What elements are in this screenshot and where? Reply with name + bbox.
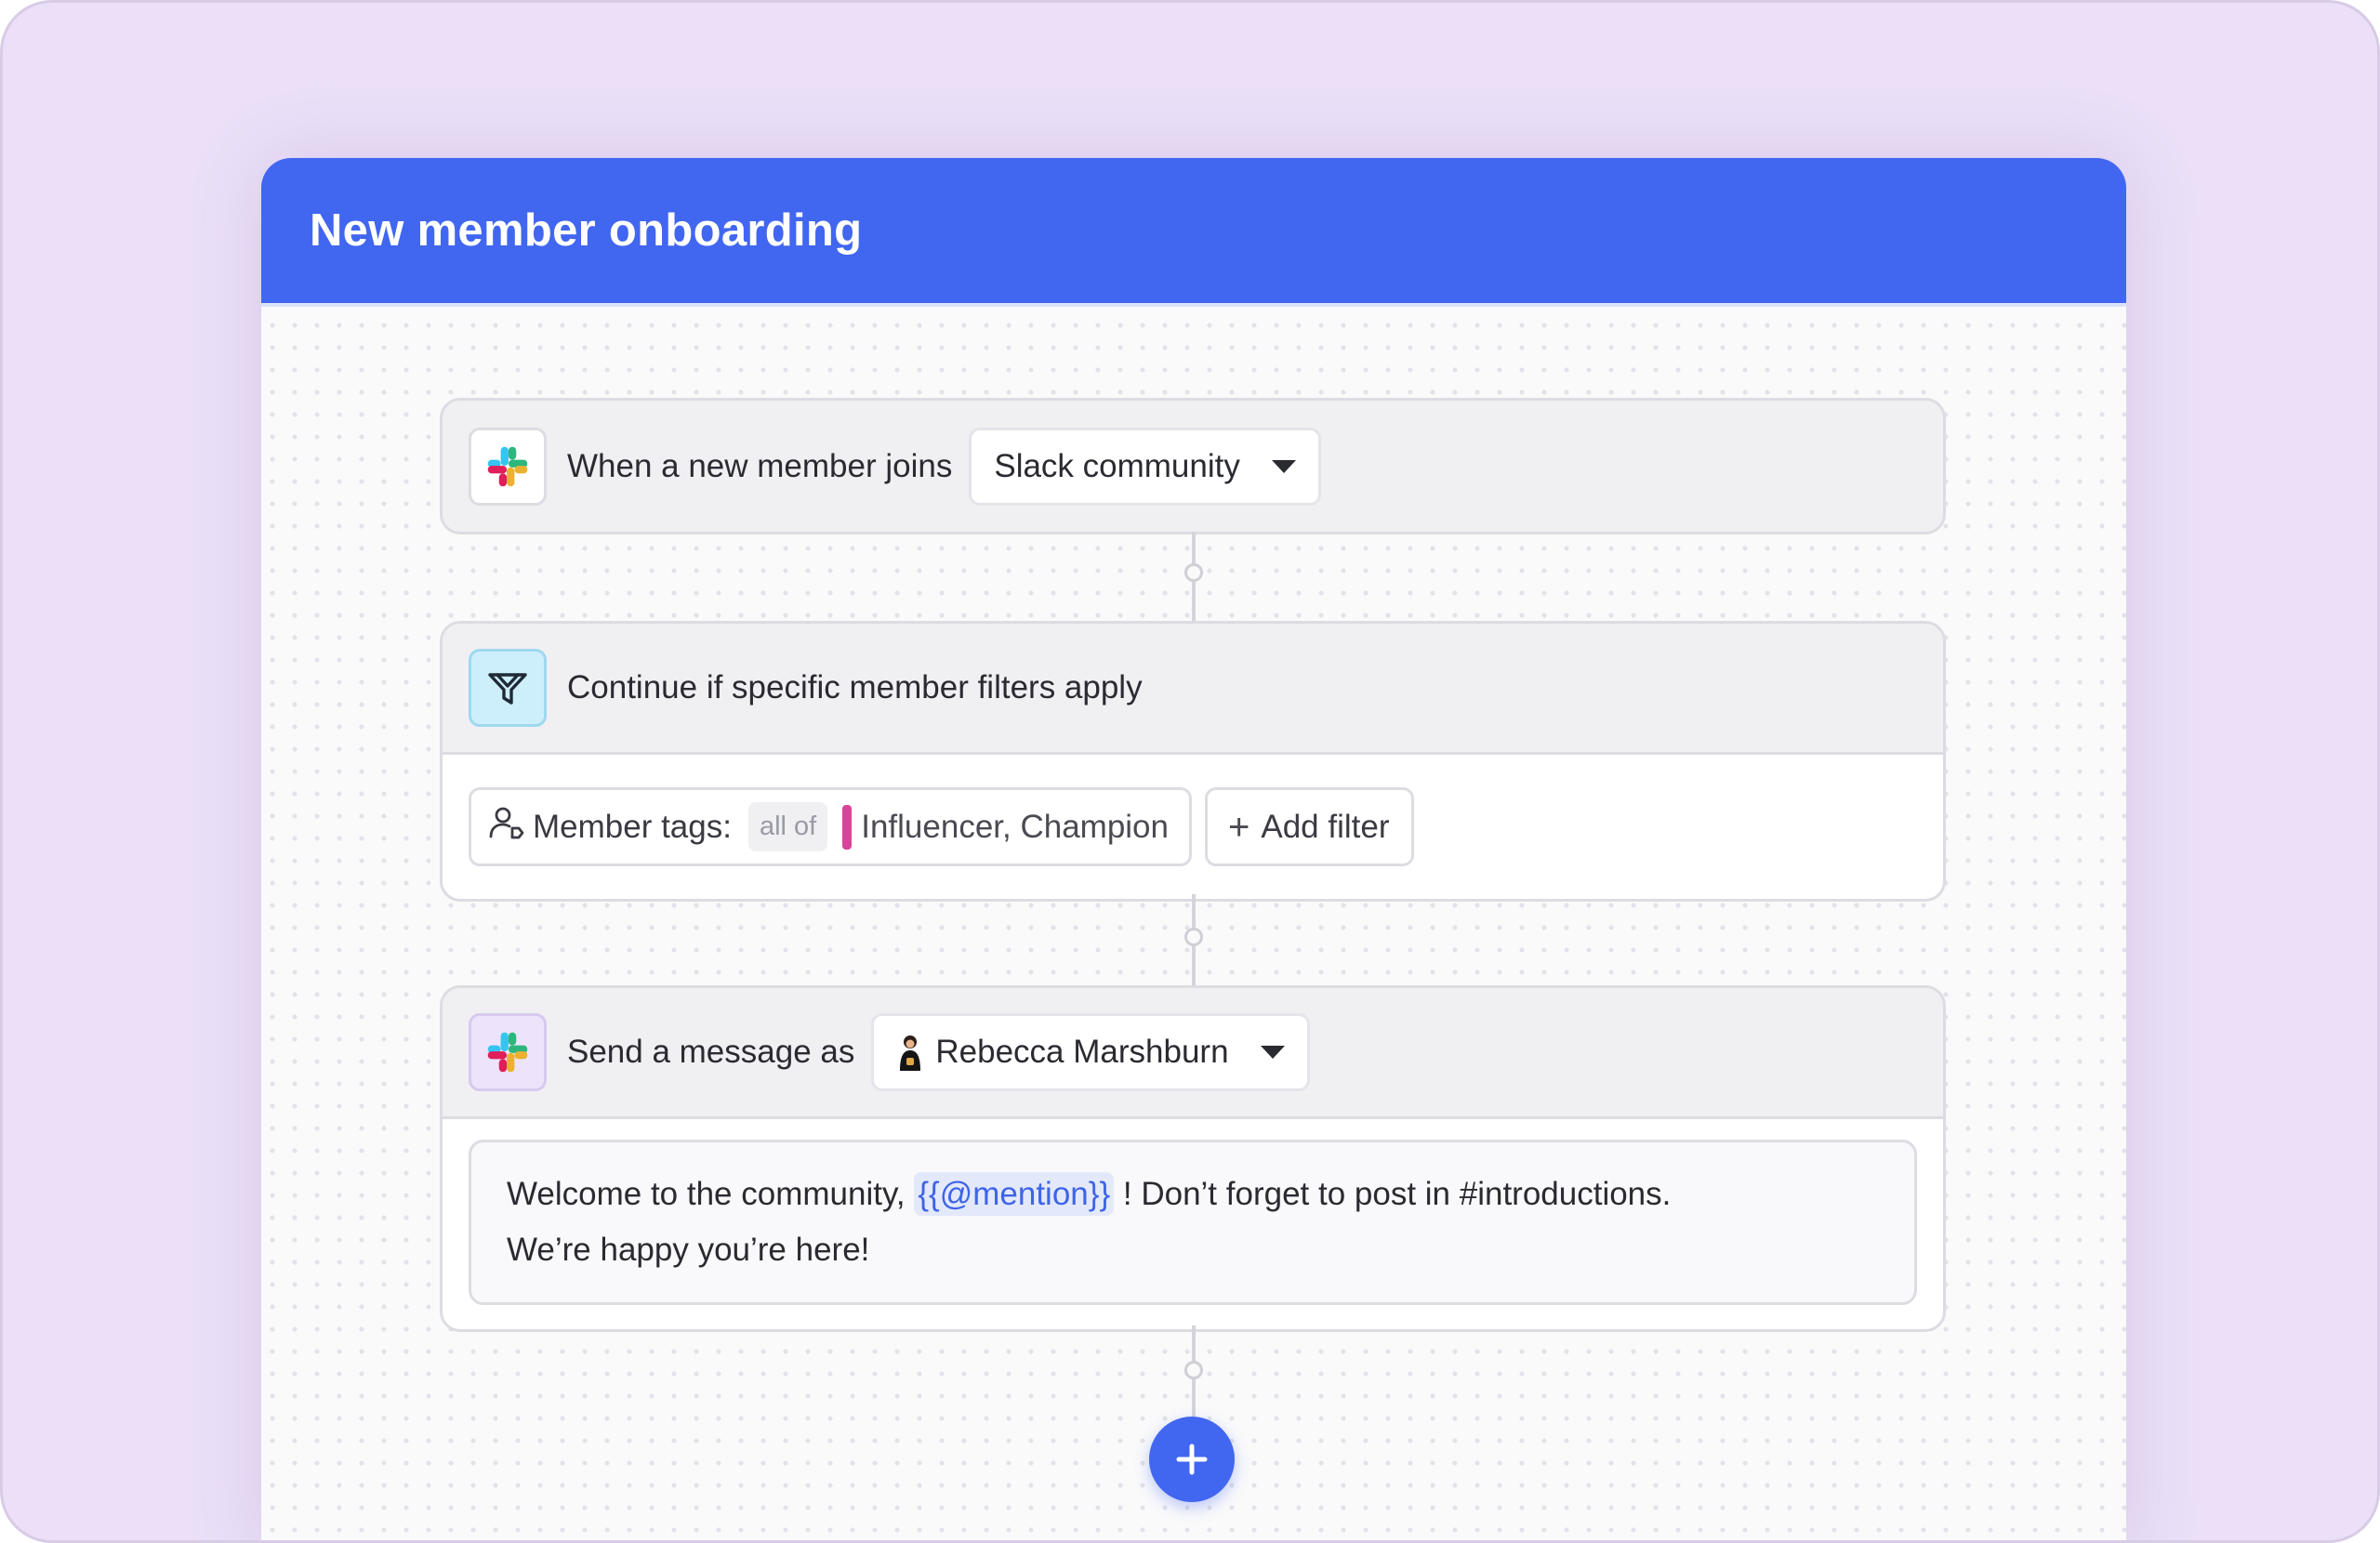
- filter-funnel-icon: [469, 649, 547, 727]
- sender-avatar: [896, 1034, 924, 1071]
- workflow-header: New member onboarding: [261, 158, 2126, 307]
- sender-name: Rebecca Marshburn: [935, 1034, 1229, 1070]
- connector-node: [1184, 928, 1203, 946]
- filter-conditions: Member tags: all of Influencer, Champion…: [443, 755, 1943, 899]
- caret-down-icon: [1260, 1046, 1285, 1059]
- match-mode-pill[interactable]: all of: [747, 802, 828, 851]
- message-textarea[interactable]: Welcome to the community, {{@mention}} !…: [469, 1140, 1917, 1305]
- message-text-before: Welcome to the community,: [507, 1176, 906, 1212]
- filter-step-header: Continue if specific member filters appl…: [443, 624, 1943, 755]
- trigger-step-label: When a new member joins: [567, 447, 953, 484]
- plus-icon: +: [1228, 806, 1250, 848]
- user-tag-icon: [488, 805, 525, 849]
- page-background: New member onboarding When a new member …: [0, 0, 2380, 1543]
- plus-icon: [1176, 1444, 1208, 1475]
- slack-logo-icon: [469, 427, 547, 506]
- member-tags-label: Member tags:: [533, 808, 732, 845]
- connector-node: [1184, 563, 1203, 582]
- trigger-step-header: When a new member joins Slack community: [443, 401, 1943, 532]
- connector-node: [1184, 1361, 1203, 1379]
- caret-down-icon: [1271, 459, 1296, 473]
- tag-color-marker: [842, 804, 853, 850]
- filter-step-card[interactable]: Continue if specific member filters appl…: [440, 621, 1946, 902]
- community-source-dropdown[interactable]: Slack community: [969, 427, 1321, 506]
- add-filter-button[interactable]: + Add filter: [1205, 787, 1415, 866]
- message-text-after: ! Don’t forget to post in #introductions…: [1122, 1176, 1672, 1212]
- mention-token[interactable]: {{@mention}}: [914, 1172, 1115, 1216]
- member-tags-filter-chip[interactable]: Member tags: all of Influencer, Champion: [469, 787, 1192, 866]
- community-source-value: Slack community: [994, 447, 1240, 484]
- send-message-step-label: Send a message as: [567, 1034, 855, 1070]
- slack-logo-icon: [469, 1013, 547, 1091]
- member-tags-values: Influencer, Champion: [861, 808, 1169, 845]
- trigger-step-card[interactable]: When a new member joins Slack community: [440, 398, 1946, 534]
- workflow-title: New member onboarding: [310, 205, 863, 256]
- add-step-button[interactable]: [1149, 1417, 1235, 1502]
- send-message-step-card[interactable]: Send a message as Rebecca Marshburn Welc…: [440, 985, 1946, 1332]
- message-editor-area: Welcome to the community, {{@mention}} !…: [443, 1119, 1943, 1329]
- message-line-1: Welcome to the community, {{@mention}} !…: [507, 1167, 1879, 1222]
- workflow-window: New member onboarding When a new member …: [261, 158, 2126, 1540]
- filter-step-label: Continue if specific member filters appl…: [567, 669, 1143, 706]
- message-line-2: We’re happy you’re here!: [507, 1232, 870, 1268]
- send-message-step-header: Send a message as Rebecca Marshburn: [443, 988, 1943, 1119]
- sender-dropdown[interactable]: Rebecca Marshburn: [871, 1013, 1310, 1091]
- add-filter-label: Add filter: [1261, 808, 1390, 845]
